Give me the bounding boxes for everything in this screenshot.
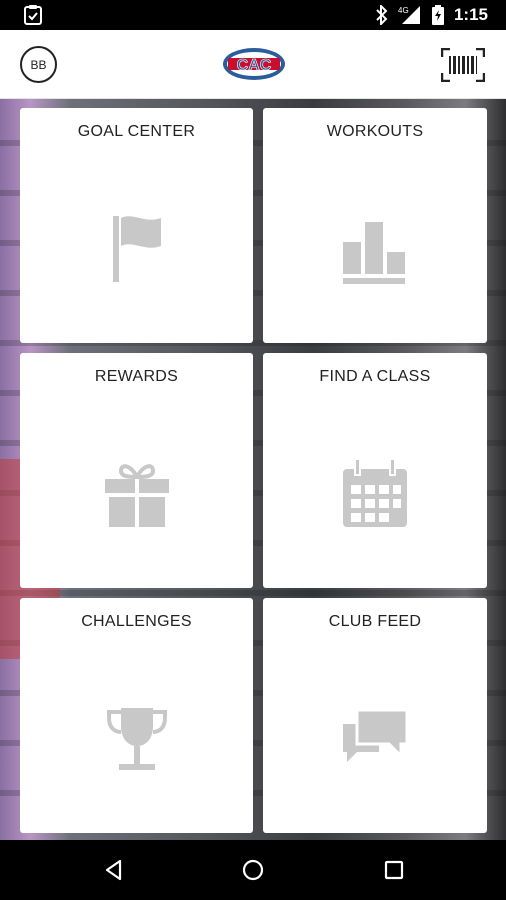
- tile-label: REWARDS: [94, 368, 179, 385]
- cac-logo: CAC: [222, 46, 286, 82]
- bluetooth-icon: [376, 5, 388, 25]
- gift-icon: [101, 455, 173, 531]
- tile-label: FIND A CLASS: [319, 368, 431, 385]
- flag-icon: [101, 210, 173, 286]
- status-time: 1:15: [453, 5, 488, 24]
- back-icon[interactable]: [102, 858, 126, 882]
- bar-chart-icon: [339, 210, 411, 286]
- home-icon[interactable]: [241, 858, 265, 882]
- avatar-initials: BB: [30, 57, 47, 72]
- tile-label: CLUB FEED: [328, 613, 422, 630]
- app-bar: BB CAC: [0, 30, 506, 99]
- barcode-scanner-icon[interactable]: [440, 47, 486, 83]
- navigation-bar: [0, 840, 506, 900]
- chat-bubbles-icon: [339, 700, 411, 776]
- tile-workouts[interactable]: WORKOUTS: [263, 108, 487, 343]
- tile-club-feed[interactable]: CLUB FEED: [263, 598, 487, 833]
- clipboard-check-icon: [24, 5, 42, 25]
- signal-icon: 4G: [398, 5, 422, 25]
- tile-label: WORKOUTS: [326, 123, 424, 140]
- logo-text: CAC: [237, 57, 272, 74]
- tile-goal-center[interactable]: GOAL CENTER: [20, 108, 253, 343]
- calendar-icon: [339, 455, 411, 531]
- tile-label: CHALLENGES: [81, 613, 192, 630]
- battery-icon: [431, 5, 444, 25]
- tile-find-a-class[interactable]: FIND A CLASS: [263, 353, 487, 588]
- tile-challenges[interactable]: CHALLENGES: [20, 598, 253, 833]
- network-type: 4G: [398, 6, 409, 15]
- status-bar: 4G 1:15: [0, 0, 506, 30]
- tile-rewards[interactable]: REWARDS: [20, 353, 253, 588]
- recents-icon[interactable]: [382, 858, 406, 882]
- avatar[interactable]: BB: [20, 46, 57, 83]
- dashboard-grid: GOAL CENTER WORKOUTS REWARDS FIND A CLAS…: [0, 99, 506, 840]
- tile-label: GOAL CENTER: [77, 123, 196, 140]
- trophy-icon: [101, 700, 173, 776]
